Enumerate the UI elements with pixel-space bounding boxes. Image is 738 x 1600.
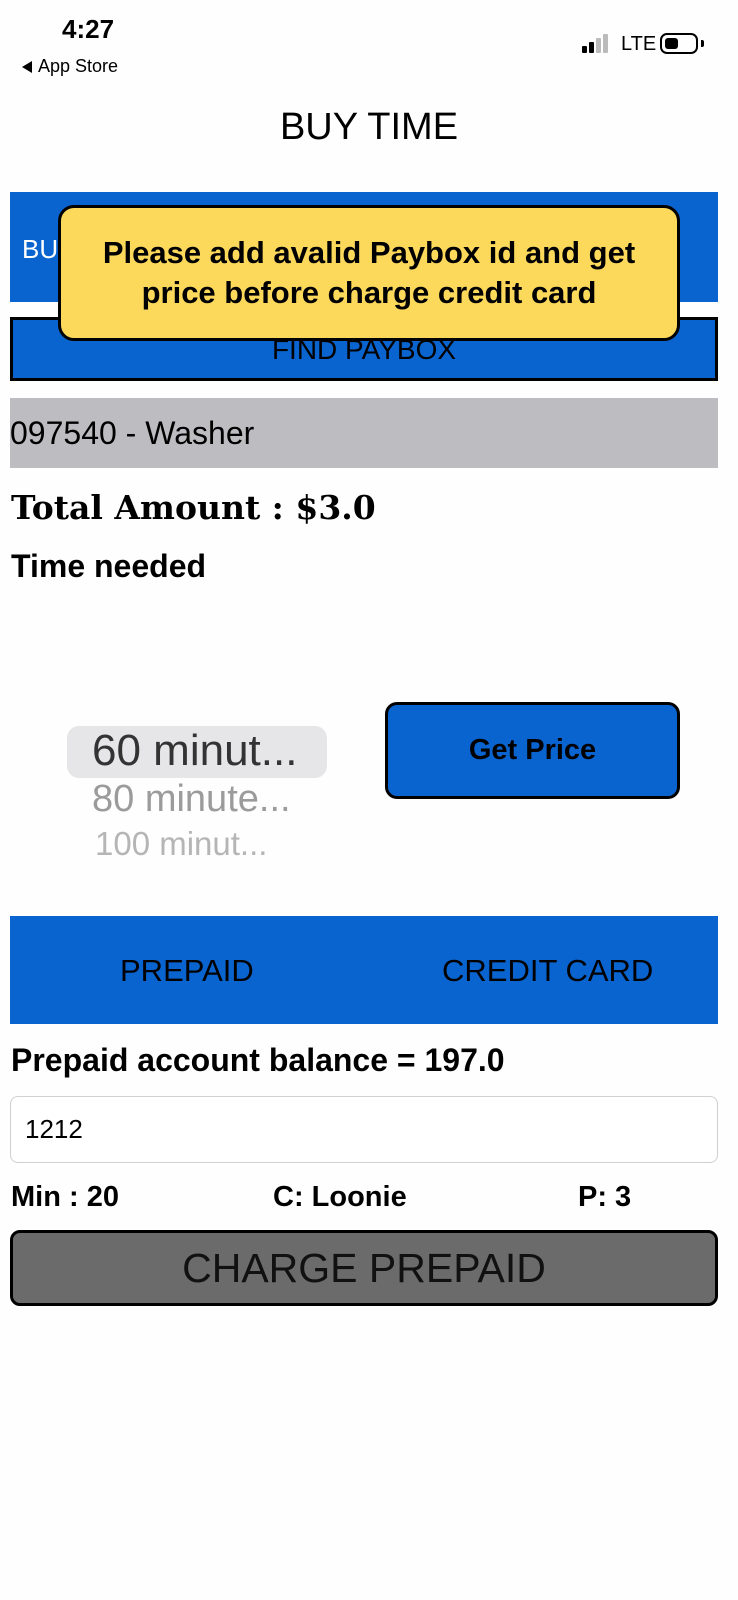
- page-title: BUY TIME: [279, 106, 459, 148]
- p-label: P: 3: [578, 1181, 632, 1213]
- battery-nub: [701, 40, 704, 47]
- time-needed-label: Time needed: [11, 548, 207, 584]
- validation-toast: Please add avalid Paybox id and get pric…: [58, 205, 680, 341]
- prepaid-balance: Prepaid account balance = 197.0: [11, 1042, 505, 1078]
- tab-credit-card[interactable]: CREDIT CARD: [442, 953, 653, 989]
- back-label: App Store: [38, 56, 119, 76]
- network-type: LTE: [621, 33, 657, 55]
- charge-prepaid-button[interactable]: CHARGE PREPAID: [10, 1230, 718, 1306]
- signal-icon: [582, 34, 608, 53]
- coin-label: C: Loonie: [273, 1181, 407, 1213]
- back-arrow-icon: [22, 60, 32, 73]
- min-label: Min : 20: [11, 1181, 119, 1213]
- status-time: 4:27: [62, 14, 115, 44]
- time-option-selected[interactable]: 60 minut...: [92, 726, 297, 776]
- prepaid-code-input[interactable]: [10, 1096, 718, 1163]
- time-option[interactable]: 80 minute...: [92, 778, 291, 821]
- get-price-button[interactable]: Get Price: [385, 702, 680, 799]
- get-price-label: Get Price: [468, 734, 597, 766]
- battery-icon: [660, 33, 698, 54]
- time-option[interactable]: 100 minut...: [95, 825, 267, 857]
- toast-message: Please add avalid Paybox id and get pric…: [102, 235, 636, 310]
- tab-prepaid[interactable]: PREPAID: [120, 953, 254, 989]
- selected-paybox[interactable]: 097540 - Washer: [10, 398, 718, 468]
- top-tab-label[interactable]: BU: [22, 234, 58, 265]
- back-to-app-store[interactable]: App Store: [22, 56, 118, 77]
- total-amount: Total Amount : $3.0: [11, 488, 376, 527]
